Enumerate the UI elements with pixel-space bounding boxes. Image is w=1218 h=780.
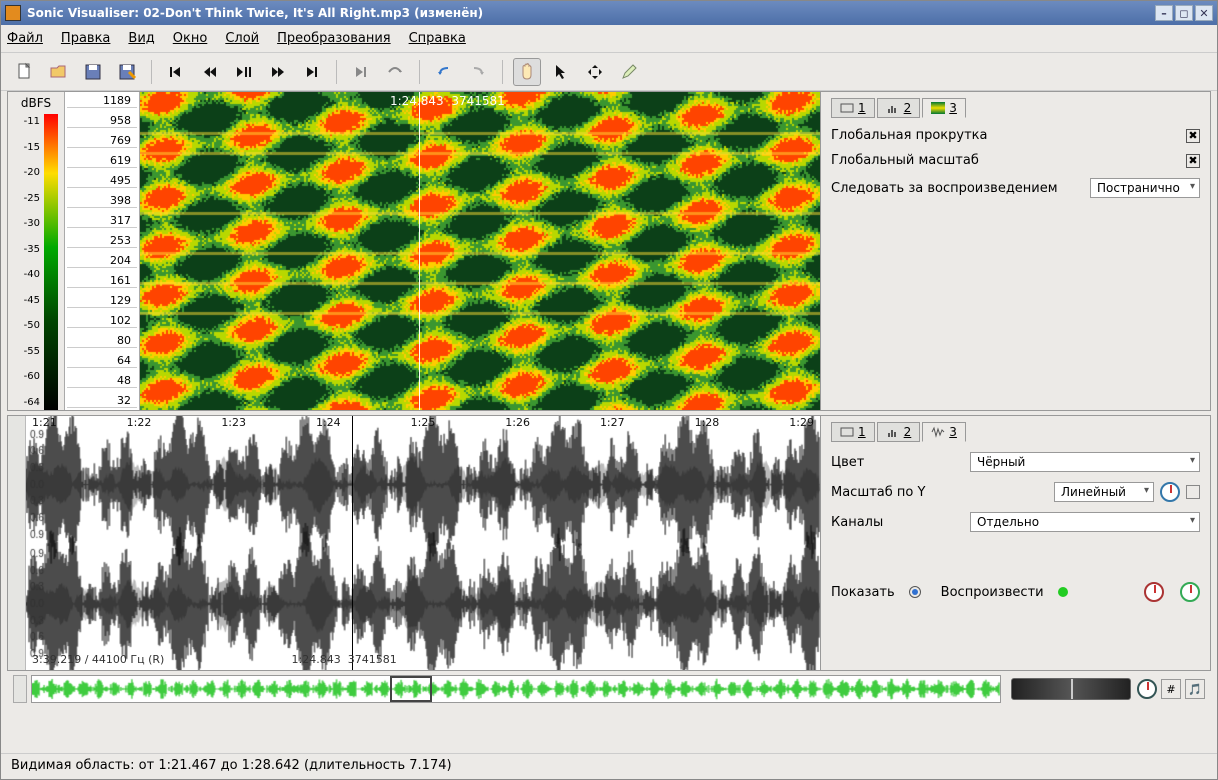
channels-label: Каналы [831, 515, 970, 530]
app-icon [5, 5, 21, 21]
waveform-info-left: 3:39.219 / 44100 Гц (R) [32, 653, 164, 666]
play-led[interactable] [1058, 587, 1068, 597]
redo-button[interactable] [464, 58, 492, 86]
overview-window[interactable] [390, 676, 432, 702]
gain-knob[interactable] [1144, 582, 1164, 602]
save-as-button[interactable] [113, 58, 141, 86]
menu-edit[interactable]: Правка [61, 31, 110, 46]
playhead-line [419, 92, 420, 410]
pencil-tool-button[interactable] [615, 58, 643, 86]
show-radio[interactable] [909, 586, 921, 598]
global-zoom-checkbox[interactable]: ✖ [1186, 154, 1200, 168]
hand-tool-button[interactable] [513, 58, 541, 86]
spectrogram-properties-panel: 1 2 3 Глобальная прокрутка ✖ Глобальный … [820, 92, 1210, 410]
minimize-button[interactable]: – [1155, 5, 1173, 21]
menu-view[interactable]: Вид [128, 31, 154, 46]
yscale-select[interactable]: Линейный [1054, 482, 1154, 502]
menu-bar: Файл Правка Вид Окно Слой Преобразования… [1, 25, 1217, 53]
wave-tab-3[interactable]: 3 [922, 422, 966, 442]
status-bar: Видимая область: от 1:21.467 до 1:28.642… [1, 753, 1217, 779]
undo-button[interactable] [430, 58, 458, 86]
title-bar: Sonic Visualiser: 02-Don't Think Twice, … [1, 1, 1217, 25]
open-file-button[interactable] [45, 58, 73, 86]
status-text: Видимая область: от 1:21.467 до 1:28.642… [11, 758, 452, 773]
channels-select[interactable]: Отдельно [970, 512, 1200, 532]
play-pause-button[interactable] [230, 58, 258, 86]
spectrogram-pane[interactable]: 1:24.843 3741581 [140, 92, 820, 410]
move-tool-button[interactable] [581, 58, 609, 86]
spectrogram-time-overlay: 1:24.843 3741581 [390, 94, 505, 108]
global-scroll-checkbox[interactable]: ✖ [1186, 129, 1200, 143]
follow-playback-select[interactable]: Постранично [1090, 178, 1200, 198]
spec-tab-1[interactable]: 1 [831, 98, 875, 118]
toolbar [1, 53, 1217, 91]
global-scroll-label: Глобальная прокрутка [831, 128, 1186, 143]
waveform-playhead [352, 416, 353, 670]
playback-fader[interactable] [1011, 678, 1131, 700]
show-label: Показать [831, 585, 895, 600]
menu-window[interactable]: Окно [173, 31, 208, 46]
maximize-button[interactable]: ◻ [1175, 5, 1193, 21]
yscale-knob[interactable] [1160, 482, 1180, 502]
key-button[interactable]: 🎵 [1185, 679, 1205, 699]
rewind-button[interactable] [196, 58, 224, 86]
skip-end-button[interactable] [298, 58, 326, 86]
yscale-lock-checkbox[interactable] [1186, 485, 1200, 499]
follow-playback-label: Следовать за воспроизведением [831, 181, 1090, 196]
pointer-tool-button[interactable] [547, 58, 575, 86]
yscale-label: Масштаб по Y [831, 485, 1054, 500]
save-button[interactable] [79, 58, 107, 86]
skip-start-button[interactable] [162, 58, 190, 86]
waveform-pane[interactable]: 1:211:221:231:241:251:261:271:281:29 3:3… [26, 416, 820, 670]
pan-knob[interactable] [1180, 582, 1200, 602]
wave-tab-1[interactable]: 1 [831, 422, 875, 442]
spec-tab-3[interactable]: 3 [922, 98, 966, 118]
waveform-scrollbar[interactable] [8, 416, 26, 670]
overview-pan-handle[interactable] [13, 675, 27, 703]
window-title: Sonic Visualiser: 02-Don't Think Twice, … [27, 6, 483, 20]
menu-layer[interactable]: Слой [225, 31, 259, 46]
play-label: Воспроизвести [941, 585, 1044, 600]
new-file-button[interactable] [11, 58, 39, 86]
dbfs-scale: dBFS -11-15-20-25-30-35-40-45-50-55-60-6… [8, 92, 64, 410]
waveform-time-ruler: 1:211:221:231:241:251:261:271:281:29 [26, 416, 820, 434]
color-label: Цвет [831, 455, 970, 470]
waveform-info-center: 1:24.843 3741581 [292, 653, 397, 666]
forward-button[interactable] [264, 58, 292, 86]
spec-tab-2[interactable]: 2 [877, 98, 921, 118]
waveform-properties-panel: 1 2 3 Цвет Чёрный Масштаб по Y Линейный … [820, 416, 1210, 670]
menu-file[interactable]: Файл [7, 31, 43, 46]
hash-button[interactable]: # [1161, 679, 1181, 699]
dbfs-gradient: -11-15-20-25-30-35-40-45-50-55-60-64 [44, 114, 58, 410]
record-button[interactable] [347, 58, 375, 86]
wave-tab-2[interactable]: 2 [877, 422, 921, 442]
dbfs-label: dBFS [8, 92, 64, 114]
close-button[interactable]: ✕ [1195, 5, 1213, 21]
global-zoom-label: Глобальный масштаб [831, 153, 1186, 168]
playback-speed-knob[interactable] [1137, 679, 1157, 699]
loop-button[interactable] [381, 58, 409, 86]
menu-help[interactable]: Справка [409, 31, 466, 46]
menu-transform[interactable]: Преобразования [277, 31, 390, 46]
color-select[interactable]: Чёрный [970, 452, 1200, 472]
overview-pane[interactable] [31, 675, 1001, 703]
frequency-scale: 1189958769619495398317253204161129102806… [64, 92, 140, 410]
